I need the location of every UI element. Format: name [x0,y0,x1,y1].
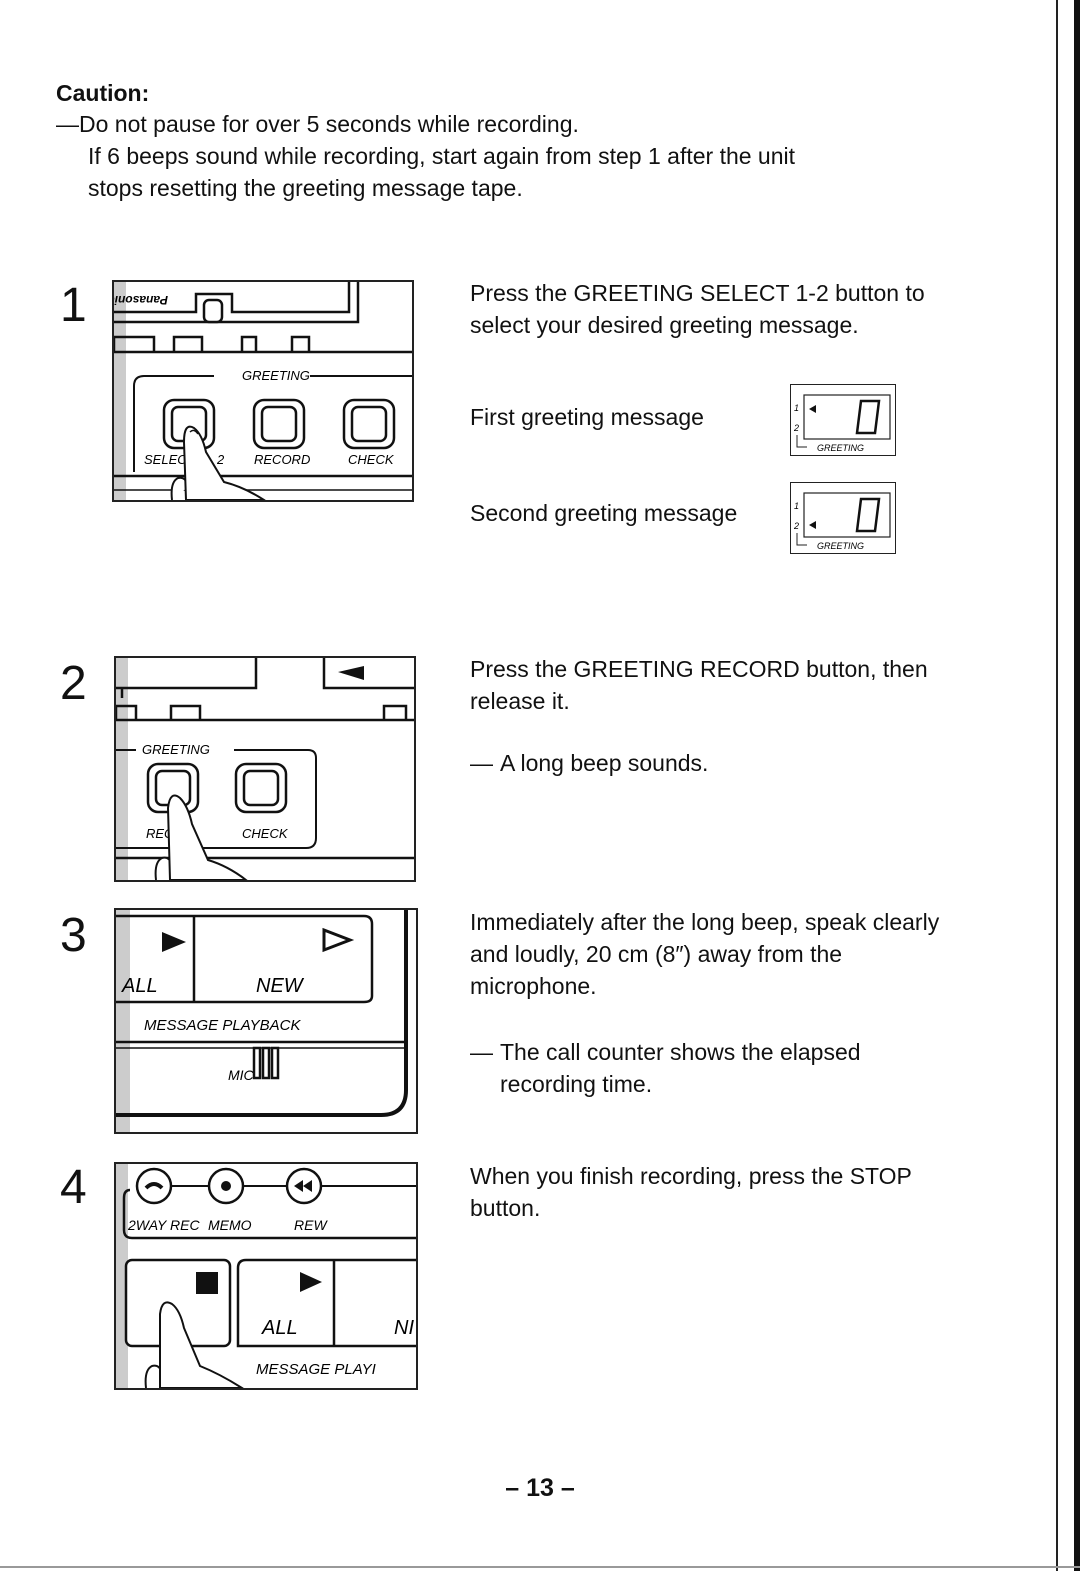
step-3-note: — The call counter shows the elapsed reco… [470,1039,861,1097]
caution-title: Caution: [56,80,150,106]
play-all-icon [300,1272,322,1292]
brand-logo: Panasonic [114,293,168,307]
second-greeting-label: Second greeting message [470,500,738,526]
microphone-icon [252,1046,280,1080]
step-2-text: Press the GREETING RECORD button, then r… [470,653,950,779]
caution-line-2: If 6 beeps sound while recording, start … [88,143,796,169]
stop-icon [196,1272,218,1294]
message-playback-label: MESSAGE PLAYI [256,1361,376,1378]
memo-label: MEMO [208,1217,252,1233]
greeting-section-label: GREETING [242,368,310,383]
select-label: SELEC [144,452,187,467]
step-number-4: 4 [60,1161,87,1214]
svg-text:1: 1 [794,403,799,413]
svg-text:1: 1 [794,501,799,511]
caution-block: Caution: —Do not pause for over 5 second… [56,78,936,204]
digit-zero [855,399,881,435]
step-number-3: 3 [60,909,87,962]
all-label: ALL [121,975,158,997]
step-4-illustration: 2WAY REC MEMO REW ALL NI MESSAGE PLAYI [114,1162,418,1390]
check-label: CHECK [348,452,395,467]
step-2-note: — A long beep sounds. [470,750,709,776]
new-label-cropped: NI [394,1317,414,1339]
bottom-edge [0,1566,1080,1568]
step-2-illustration: GREETING REC CHECK [114,656,416,882]
step-number-2: 2 [60,657,87,710]
message-playback-label: MESSAGE PLAYBACK [144,1017,301,1034]
play-reverse-icon [338,666,364,680]
step-1-illustration: Panasonic GREETING SELEC 2 RECORD CHECK [112,280,414,502]
play-new-icon [322,927,355,953]
2way-rec-label: 2WAY REC [127,1217,200,1233]
caution-line-1: —Do not pause for over 5 seconds while r… [56,111,579,137]
new-label: NEW [256,975,305,997]
step-3-illustration: ALL NEW MESSAGE PLAYBACK MIC [114,908,418,1134]
selection-arrow-icon [809,521,816,529]
rewind-button-icon [285,1167,323,1205]
check-label: CHECK [242,826,289,841]
step-3-text: Immediately after the long beep, speak c… [470,906,950,1100]
dash: — [56,111,79,137]
svg-text:2: 2 [793,521,799,531]
selection-arrow-icon [809,405,816,413]
lcd-display-first: 1 2 GREETING [790,384,896,456]
digit-zero [855,497,881,533]
greeting-section-label: GREETING [142,742,210,757]
first-greeting-label: First greeting message [470,404,704,430]
play-all-icon [162,932,186,952]
step-4-text: When you finish recording, press the STO… [470,1163,912,1221]
svg-text:2: 2 [216,452,225,467]
shading [114,282,126,500]
mic-label: MIC [228,1067,255,1083]
caution-line-3: stops resetting the greeting message tap… [88,175,523,201]
svg-text:GREETING: GREETING [817,541,864,551]
memo-button-icon [207,1167,245,1205]
all-label: ALL [261,1317,298,1339]
record-label: RECORD [254,452,310,467]
page-edge-shadow [1074,0,1080,1571]
2way-rec-button-icon [135,1167,173,1205]
svg-text:GREETING: GREETING [817,443,864,453]
step-1-text: Press the GREETING SELECT 1-2 button to … [470,280,925,338]
svg-text:2: 2 [793,423,799,433]
lcd-display-second: 1 2 GREETING [790,482,896,554]
step-number-1: 1 [60,279,87,332]
page-number: – 13 – [505,1474,575,1502]
rew-label: REW [294,1217,328,1233]
page-edge-line [1056,0,1058,1571]
